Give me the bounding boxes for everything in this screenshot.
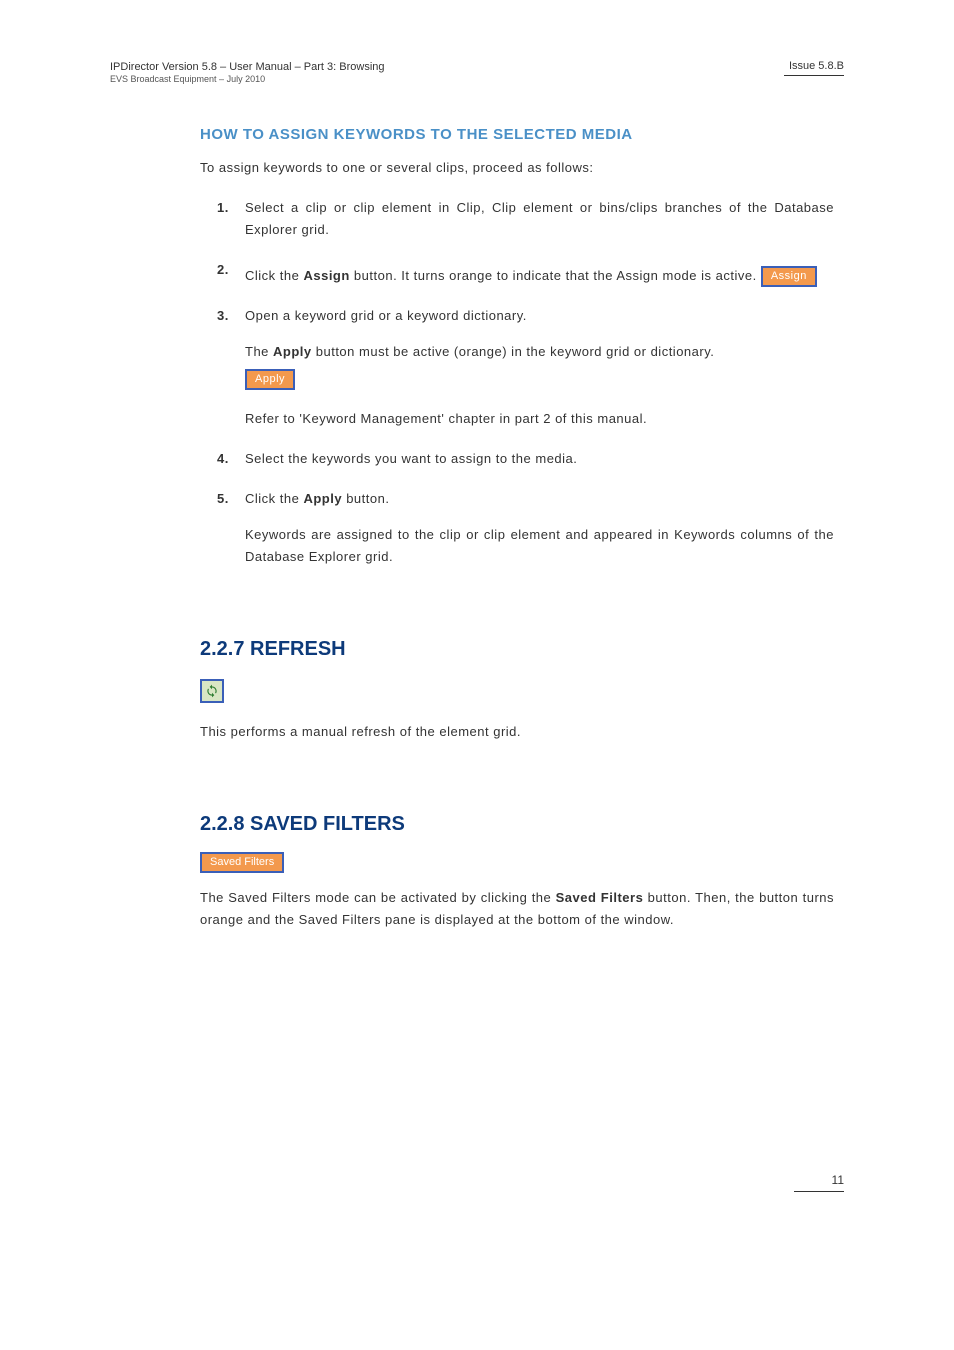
step-text-pre: Click the: [245, 268, 303, 283]
step-text-post: button. It turns orange to indicate that…: [350, 268, 757, 283]
step-number: 3.: [217, 305, 229, 327]
header-right: Issue 5.8.B: [784, 60, 844, 76]
page-number: 11: [832, 1173, 844, 1189]
apply-button[interactable]: Apply: [245, 369, 295, 390]
footer-underline: [794, 1191, 844, 1192]
refresh-text: This performs a manual refresh of the el…: [200, 721, 834, 743]
step-number: 5.: [217, 488, 229, 510]
line3-pre: Refer to: [245, 411, 299, 426]
line3-post: chapter in part 2 of this manual.: [444, 411, 647, 426]
assign-button[interactable]: Assign: [761, 266, 817, 287]
step-number: 2.: [217, 259, 229, 281]
assign-label-bold: Assign: [303, 268, 349, 283]
page-footer: 11: [110, 1171, 844, 1192]
step-2: 2. Click the Assign button. It turns ora…: [245, 259, 834, 287]
step-text-post: button.: [342, 491, 389, 506]
apply-label-bold: Apply: [303, 491, 342, 506]
page-header: IPDirector Version 5.8 – User Manual – P…: [110, 60, 844, 86]
content-block: HOW TO ASSIGN KEYWORDS TO THE SELECTED M…: [200, 126, 834, 179]
apply-label-bold: Apply: [273, 344, 312, 359]
step-3-line3: Refer to 'Keyword Management' chapter in…: [245, 408, 834, 430]
apply-button-image: Apply: [245, 368, 834, 390]
heading-saved-filters: 2.2.8 SAVED FILTERS: [200, 813, 834, 836]
line2-pre: The: [245, 344, 273, 359]
saved-filters-button-image: Saved Filters: [200, 852, 834, 873]
step-4: 4. Select the keywords you want to assig…: [245, 448, 834, 470]
step-text-pre: Click the: [245, 491, 303, 506]
step-1: 1. Select a clip or clip element in Clip…: [245, 197, 834, 241]
step-number: 4.: [217, 448, 229, 470]
refresh-section: 2.2.7 REFRESH This performs a manual ref…: [200, 638, 834, 743]
header-left: IPDirector Version 5.8 – User Manual – P…: [110, 60, 385, 86]
heading-refresh: 2.2.7 REFRESH: [200, 638, 834, 661]
doc-subtitle: EVS Broadcast Equipment – July 2010: [110, 74, 385, 86]
step-3-line2: The Apply button must be active (orange)…: [245, 341, 834, 389]
saved-filters-section: 2.2.8 SAVED FILTERS Saved Filters The Sa…: [200, 813, 834, 931]
header-underline: [784, 75, 844, 76]
steps-list: 1. Select a clip or clip element in Clip…: [245, 197, 834, 568]
saved-filters-text: The Saved Filters mode can be activated …: [200, 887, 834, 931]
step-3: 3. Open a keyword grid or a keyword dict…: [245, 305, 834, 429]
section-heading-assign-keywords: HOW TO ASSIGN KEYWORDS TO THE SELECTED M…: [200, 126, 834, 143]
refresh-icon-container: [200, 679, 834, 703]
refresh-arrows-icon: [205, 684, 219, 698]
refresh-icon[interactable]: [200, 679, 224, 703]
step-number: 1.: [217, 197, 229, 219]
step-5-result: Keywords are assigned to the clip or cli…: [245, 524, 834, 568]
page-container: IPDirector Version 5.8 – User Manual – P…: [0, 0, 954, 1252]
step-text: Select the keywords you want to assign t…: [245, 451, 577, 466]
step-5: 5. Click the Apply button. Keywords are …: [245, 488, 834, 568]
issue-label: Issue 5.8.B: [784, 60, 844, 72]
sf-pre: The Saved Filters mode can be activated …: [200, 890, 556, 905]
line2-post: button must be active (orange) in the ke…: [312, 344, 715, 359]
step-text: Select a clip or clip element in Clip, C…: [245, 200, 834, 237]
section-intro: To assign keywords to one or several cli…: [200, 157, 834, 179]
saved-filters-button[interactable]: Saved Filters: [200, 852, 284, 873]
doc-title: IPDirector Version 5.8 – User Manual – P…: [110, 60, 385, 74]
sf-bold: Saved Filters: [556, 890, 644, 905]
assign-button-image: Assign: [761, 265, 817, 287]
line3-quote: 'Keyword Management': [299, 411, 444, 426]
step-text: Open a keyword grid or a keyword diction…: [245, 308, 527, 323]
